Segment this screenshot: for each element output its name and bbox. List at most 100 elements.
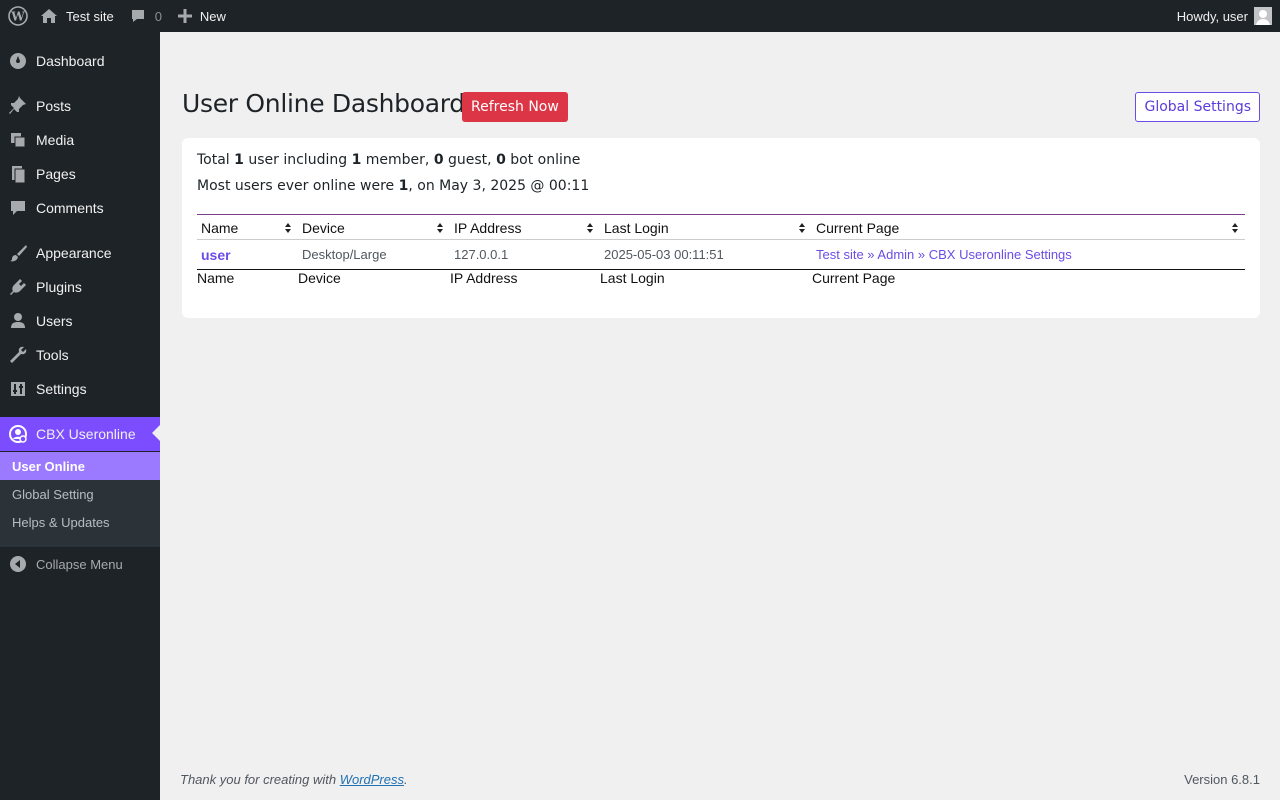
comments-count: 0 — [154, 8, 162, 24]
sort-icon — [1232, 223, 1239, 233]
comment-bubble-icon — [131, 10, 144, 22]
summary-text: member, — [361, 152, 434, 168]
sort-icon — [285, 223, 292, 233]
collapse-menu-label: Collapse Menu — [36, 556, 123, 572]
sidebar-item-comments[interactable]: Comments — [0, 191, 160, 225]
main-content: User Online Dashboard Refresh Now Global… — [160, 32, 1280, 800]
cbx-useronline-submenu: User Online Global Setting Helps & Updat… — [0, 452, 160, 547]
sidebar-item-label: CBX Useronline — [36, 426, 136, 442]
pin-icon — [0, 96, 36, 116]
header-label: Current Page — [816, 219, 900, 236]
current-page-link[interactable]: Test site » Admin » CBX Useronline Setti… — [816, 247, 1072, 262]
summary-text: Most users ever online were — [197, 178, 399, 194]
sidebar-item-dashboard[interactable]: Dashboard — [0, 44, 160, 78]
collapse-arrow-icon — [0, 555, 36, 573]
column-header-ip[interactable]: IP Address — [450, 215, 600, 240]
media-icon — [0, 130, 36, 150]
wordpress-link[interactable]: WordPress — [340, 772, 404, 787]
sidebar-item-label: Posts — [36, 98, 72, 114]
svg-text:W: W — [10, 10, 25, 24]
home-icon — [41, 9, 57, 23]
member-count: 1 — [351, 152, 362, 168]
settings-icon — [0, 379, 36, 399]
footer-last-login: Last Login — [600, 270, 665, 286]
sidebar-item-settings[interactable]: Settings — [0, 372, 160, 406]
site-name-link[interactable]: Test site — [34, 0, 122, 32]
refresh-now-button[interactable]: Refresh Now — [462, 92, 568, 122]
footer-ip: IP Address — [450, 270, 518, 286]
bot-count: 0 — [496, 152, 506, 168]
comments-link[interactable]: 0 — [122, 0, 170, 32]
submenu-item-user-online[interactable]: User Online — [0, 452, 160, 480]
cell-device: Desktop/Large — [302, 247, 387, 262]
footer-thanks: Thank you for creating with WordPress. — [180, 772, 408, 787]
useronline-card: Total 1 user including 1 member, 0 guest… — [182, 138, 1260, 318]
sidebar-item-appearance[interactable]: Appearance — [0, 236, 160, 270]
sidebar-item-label: Plugins — [36, 279, 82, 295]
column-header-current-page[interactable]: Current Page — [812, 215, 1245, 240]
footer-version: Version 6.8.1 — [1184, 772, 1260, 787]
brush-icon — [0, 243, 36, 263]
header-label: Last Login — [604, 219, 669, 236]
plugin-icon — [0, 277, 36, 297]
sidebar-item-label: Comments — [36, 200, 104, 216]
plus-icon — [177, 9, 192, 23]
header-label: Name — [201, 219, 239, 236]
comment-icon — [0, 198, 36, 218]
table-footer: Name Device IP Address Last Login Curren… — [197, 270, 1245, 288]
pages-icon — [0, 164, 36, 184]
most-count: 1 — [398, 178, 409, 194]
submenu-item-helps-updates[interactable]: Helps & Updates — [0, 508, 160, 536]
user-link[interactable]: user — [201, 247, 231, 263]
global-settings-button[interactable]: Global Settings — [1135, 92, 1260, 122]
summary-text: , on May 3, 2025 @ 00:11 — [408, 178, 590, 194]
column-header-last-login[interactable]: Last Login — [600, 215, 812, 240]
sidebar-item-label: Tools — [36, 347, 69, 363]
user-icon — [0, 311, 36, 331]
users-online-table: Name Device IP Address Last Login Curren… — [197, 214, 1245, 288]
footer-device: Device — [298, 270, 341, 286]
submenu-item-global-setting[interactable]: Global Setting — [0, 480, 160, 508]
wordpress-logo-button[interactable]: W — [2, 0, 34, 32]
most-users-summary: Most users ever online were 1, on May 3,… — [197, 178, 589, 194]
total-count: 1 — [234, 152, 244, 168]
sidebar-item-tools[interactable]: Tools — [0, 338, 160, 372]
footer-text: . — [404, 772, 408, 787]
cell-current-page: Test site » Admin » CBX Useronline Setti… — [812, 240, 1245, 269]
cell-ip: 127.0.0.1 — [454, 247, 509, 262]
wordpress-logo-icon: W — [8, 6, 28, 26]
summary-text: Total — [197, 152, 235, 168]
online-summary: Total 1 user including 1 member, 0 guest… — [197, 152, 580, 168]
sidebar-item-cbx-useronline[interactable]: CBX Useronline — [0, 417, 160, 451]
howdy-label: Howdy, user — [1176, 8, 1248, 24]
guest-count: 0 — [433, 152, 444, 168]
new-label: New — [199, 8, 226, 24]
useronline-icon — [0, 424, 36, 444]
sidebar-item-label: Settings — [36, 381, 87, 397]
sidebar-item-label: Pages — [36, 166, 76, 182]
page-title: User Online Dashboard — [182, 89, 465, 118]
new-content-link[interactable]: New — [170, 0, 234, 32]
cell-name: user — [197, 240, 298, 269]
admin-bar: W Test site 0 New Howdy, user — [0, 0, 1280, 32]
wrench-icon — [0, 345, 36, 365]
column-header-device[interactable]: Device — [298, 215, 450, 240]
sidebar-item-posts[interactable]: Posts — [0, 89, 160, 123]
sort-icon — [587, 223, 594, 233]
sidebar-item-users[interactable]: Users — [0, 304, 160, 338]
avatar — [1254, 7, 1272, 25]
sidebar-item-label: Appearance — [36, 245, 112, 261]
column-header-name[interactable]: Name — [197, 215, 298, 240]
header-label: Device — [302, 219, 345, 236]
sidebar-item-pages[interactable]: Pages — [0, 157, 160, 191]
sidebar-item-media[interactable]: Media — [0, 123, 160, 157]
admin-sidebar: Dashboard Posts Media Pages Comments App… — [0, 32, 160, 800]
sidebar-item-plugins[interactable]: Plugins — [0, 270, 160, 304]
footer-name: Name — [197, 270, 235, 286]
collapse-menu-button[interactable]: Collapse Menu — [0, 547, 160, 581]
site-name-label: Test site — [66, 8, 114, 24]
my-account-link[interactable]: Howdy, user — [1169, 0, 1280, 32]
dashboard-icon — [0, 51, 36, 71]
summary-text: guest, — [443, 152, 497, 168]
table-header: Name Device IP Address Last Login Curren… — [197, 214, 1245, 240]
